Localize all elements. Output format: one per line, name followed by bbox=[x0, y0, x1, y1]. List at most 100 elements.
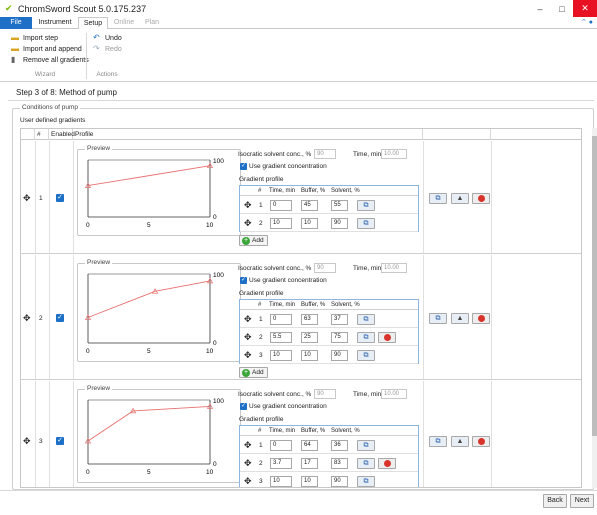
step-buffer-input[interactable]: 17 bbox=[301, 458, 318, 469]
time-min-input[interactable]: 10.00 bbox=[381, 149, 407, 159]
enabled-checkbox[interactable]: ✓ bbox=[56, 314, 64, 322]
step-time-input[interactable]: 10 bbox=[270, 476, 292, 487]
chart-gradient-button[interactable]: ▲ bbox=[451, 313, 469, 324]
copy-step-button[interactable]: ⧉ bbox=[357, 200, 375, 211]
step-buffer-input[interactable]: 64 bbox=[301, 440, 318, 451]
iso-conc-input[interactable]: 90 bbox=[314, 389, 336, 399]
time-min-input[interactable]: 10.00 bbox=[381, 389, 407, 399]
gp-header-time: Time, min bbox=[269, 302, 296, 308]
chart-gradient-button[interactable]: ▲ bbox=[451, 436, 469, 447]
delete-gradient-button[interactable] bbox=[472, 193, 490, 204]
add-label: Add bbox=[252, 237, 264, 244]
gradient-step-row: ✥ 2 5.5 25 75 ⧉ bbox=[240, 328, 418, 346]
drag-handle-icon[interactable]: ✥ bbox=[23, 437, 31, 446]
import-append-button[interactable]: ▬ Import and append bbox=[11, 44, 82, 54]
drag-handle-icon[interactable]: ✥ bbox=[23, 314, 31, 323]
add-label: Add bbox=[252, 369, 264, 376]
undo-button[interactable]: ↶ Undo bbox=[93, 33, 122, 43]
app-logo-icon: ✔ bbox=[5, 3, 13, 13]
delete-step-button[interactable] bbox=[378, 458, 396, 469]
gp-header-buffer: Buffer, % bbox=[301, 428, 326, 434]
copy-step-button[interactable]: ⧉ bbox=[357, 218, 375, 229]
step-buffer-input[interactable]: 63 bbox=[301, 314, 318, 325]
help-icon[interactable]: ● bbox=[589, 19, 593, 26]
step-drag-handle-icon[interactable]: ✥ bbox=[244, 219, 252, 228]
step-buffer-input[interactable]: 10 bbox=[301, 476, 318, 487]
delete-gradient-button[interactable] bbox=[472, 313, 490, 324]
step-solvent-input[interactable]: 90 bbox=[331, 218, 348, 229]
step-drag-handle-icon[interactable]: ✥ bbox=[244, 441, 252, 450]
close-button[interactable]: ✕ bbox=[573, 0, 597, 17]
step-time-input[interactable]: 0 bbox=[270, 200, 292, 211]
enabled-checkbox[interactable]: ✓ bbox=[56, 194, 64, 202]
copy-step-button[interactable]: ⧉ bbox=[357, 458, 375, 469]
step-drag-handle-icon[interactable]: ✥ bbox=[244, 315, 252, 324]
minimize-button[interactable]: – bbox=[529, 0, 551, 17]
step-buffer-input[interactable]: 45 bbox=[301, 200, 318, 211]
tab-instrument[interactable]: Instrument bbox=[33, 17, 77, 29]
gradient-step-row: ✥ 1 0 45 55 ⧉ bbox=[240, 196, 418, 214]
step-buffer-input[interactable]: 10 bbox=[301, 350, 318, 361]
remove-all-gradients-button[interactable]: ▮ Remove all gradients bbox=[11, 55, 89, 65]
grid-scrollbar[interactable] bbox=[592, 128, 597, 488]
step-solvent-input[interactable]: 37 bbox=[331, 314, 348, 325]
step-solvent-input[interactable]: 36 bbox=[331, 440, 348, 451]
delete-step-button[interactable] bbox=[378, 332, 396, 343]
tab-file[interactable]: File bbox=[0, 17, 32, 29]
preview-label: Preview bbox=[85, 259, 113, 266]
iso-conc-input[interactable]: 90 bbox=[314, 263, 336, 273]
step-solvent-input[interactable]: 75 bbox=[331, 332, 348, 343]
step-drag-handle-icon[interactable]: ✥ bbox=[244, 201, 252, 210]
copy-gradient-button[interactable]: ⧉ bbox=[429, 193, 447, 204]
step-solvent-input[interactable]: 90 bbox=[331, 350, 348, 361]
step-time-input[interactable]: 10 bbox=[270, 350, 292, 361]
use-gradient-checkbox[interactable]: ✓ bbox=[240, 277, 247, 284]
use-gradient-checkbox[interactable]: ✓ bbox=[240, 163, 247, 170]
grid-column-line bbox=[49, 255, 50, 379]
import-step-button[interactable]: ▬ Import step bbox=[11, 33, 58, 43]
step-drag-handle-icon[interactable]: ✥ bbox=[244, 333, 252, 342]
copy-step-button[interactable]: ⧉ bbox=[357, 476, 375, 487]
drag-handle-icon[interactable]: ✥ bbox=[23, 194, 31, 203]
tab-plan[interactable]: Plan bbox=[140, 17, 164, 29]
chart-gradient-button[interactable]: ▲ bbox=[451, 193, 469, 204]
next-button[interactable]: Next bbox=[570, 494, 594, 508]
scrollbar-thumb[interactable] bbox=[592, 136, 597, 436]
ribbon: ▬ Import step ▬ Import and append ▮ Remo… bbox=[0, 29, 597, 82]
time-min-input[interactable]: 10.00 bbox=[381, 263, 407, 273]
ribbon-collapse-icon[interactable]: ⌃ bbox=[581, 19, 587, 26]
step-buffer-input[interactable]: 25 bbox=[301, 332, 318, 343]
step-buffer-input[interactable]: 10 bbox=[301, 218, 318, 229]
copy-step-button[interactable]: ⧉ bbox=[357, 440, 375, 451]
iso-conc-input[interactable]: 90 bbox=[314, 149, 336, 159]
y-tick-bottom: 0 bbox=[213, 461, 217, 468]
step-time-input[interactable]: 0 bbox=[270, 314, 292, 325]
step-time-input[interactable]: 3.7 bbox=[270, 458, 292, 469]
step-number: 1 bbox=[259, 202, 263, 209]
step-time-input[interactable]: 0 bbox=[270, 440, 292, 451]
enabled-checkbox[interactable]: ✓ bbox=[56, 437, 64, 445]
step-drag-handle-icon[interactable]: ✥ bbox=[244, 477, 252, 486]
step-solvent-input[interactable]: 90 bbox=[331, 476, 348, 487]
step-solvent-input[interactable]: 83 bbox=[331, 458, 348, 469]
step-time-input[interactable]: 5.5 bbox=[270, 332, 292, 343]
add-step-button[interactable]: + Add bbox=[239, 367, 268, 378]
copy-step-button[interactable]: ⧉ bbox=[357, 314, 375, 325]
maximize-button[interactable]: □ bbox=[551, 0, 573, 17]
delete-gradient-button[interactable] bbox=[472, 436, 490, 447]
back-button[interactable]: Back bbox=[543, 494, 567, 508]
add-step-button[interactable]: + Add bbox=[239, 235, 268, 246]
use-gradient-checkbox[interactable]: ✓ bbox=[240, 403, 247, 410]
window-controls: – □ ✕ bbox=[529, 0, 597, 17]
gp-header-buffer: Buffer, % bbox=[301, 302, 326, 308]
redo-button[interactable]: ↷ Redo bbox=[93, 44, 122, 54]
step-drag-handle-icon[interactable]: ✥ bbox=[244, 459, 252, 468]
copy-gradient-button[interactable]: ⧉ bbox=[429, 313, 447, 324]
copy-step-button[interactable]: ⧉ bbox=[357, 350, 375, 361]
step-solvent-input[interactable]: 55 bbox=[331, 200, 348, 211]
step-drag-handle-icon[interactable]: ✥ bbox=[244, 351, 252, 360]
tab-online[interactable]: Online bbox=[110, 17, 138, 29]
step-time-input[interactable]: 10 bbox=[270, 218, 292, 229]
copy-gradient-button[interactable]: ⧉ bbox=[429, 436, 447, 447]
copy-step-button[interactable]: ⧉ bbox=[357, 332, 375, 343]
